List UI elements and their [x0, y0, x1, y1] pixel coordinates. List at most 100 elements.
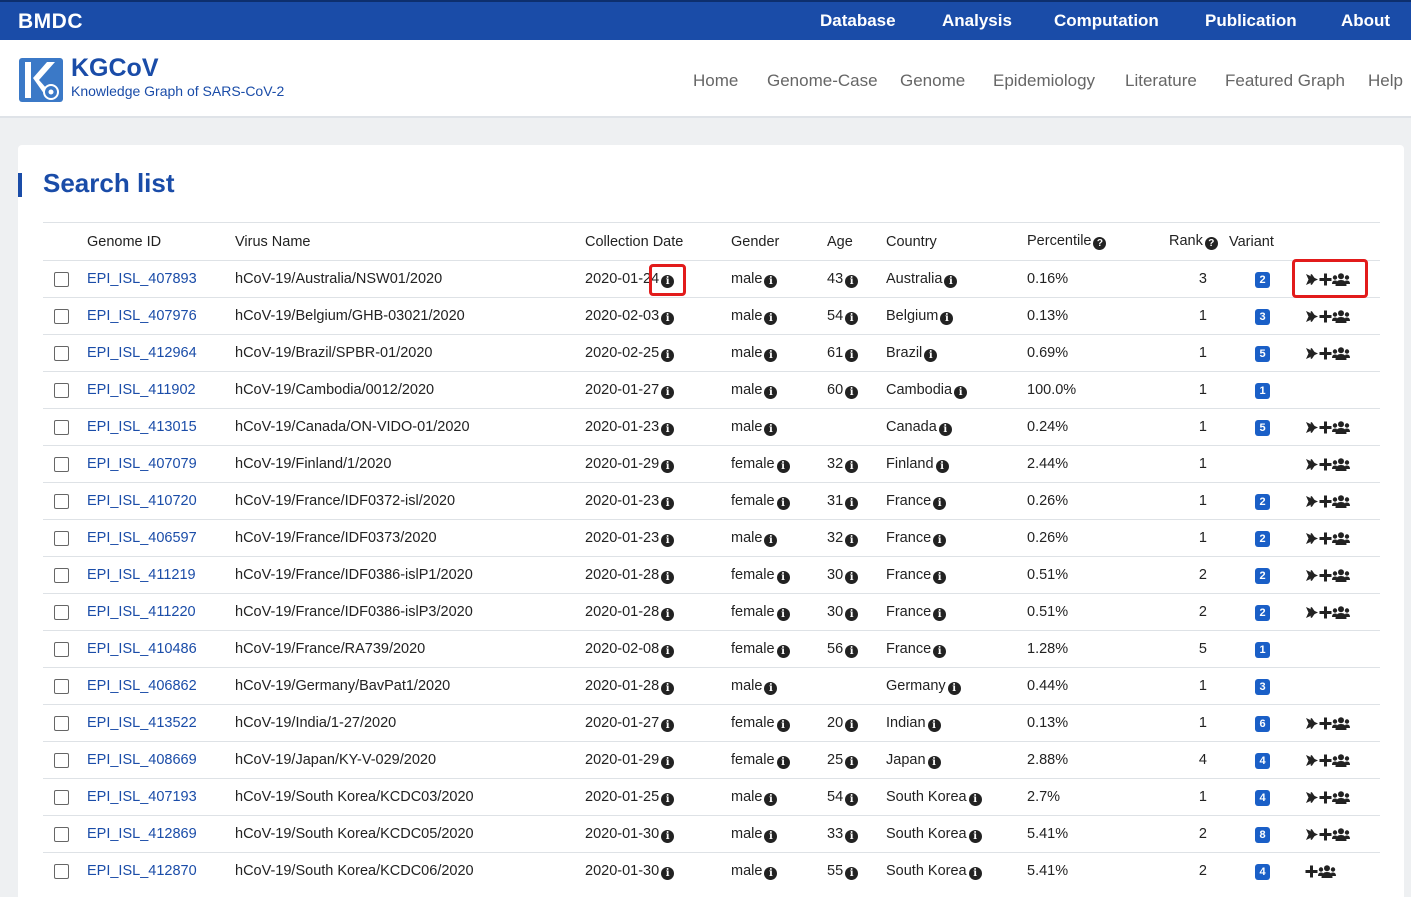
table-row[interactable]: EPI_ISL_412964 hCoV-19/Brazil/SPBR-01/202… — [43, 334, 1380, 372]
variant-badge[interactable]: 4 — [1255, 864, 1270, 881]
plus-icon[interactable] — [1319, 569, 1332, 582]
info-icon[interactable]: i — [661, 755, 675, 769]
plus-icon[interactable] — [1319, 458, 1332, 471]
genome-id-link[interactable]: EPI_ISL_406862 — [87, 678, 197, 694]
table-row[interactable]: EPI_ISL_408669 hCoV-19/Japan/KY-V-029/202… — [43, 741, 1380, 779]
info-icon[interactable]: i — [661, 681, 675, 695]
info-icon[interactable]: i — [764, 274, 778, 288]
table-row[interactable]: EPI_ISL_412870 hCoV-19/South Korea/KCDC06… — [43, 852, 1380, 890]
nav-home[interactable]: Home — [693, 71, 738, 91]
table-row[interactable]: EPI_ISL_407893 hCoV-19/Australia/NSW01/20… — [43, 260, 1380, 298]
table-row[interactable]: EPI_ISL_411220 hCoV-19/France/IDF0386-isl… — [43, 593, 1380, 631]
info-icon[interactable]: i — [845, 496, 859, 510]
info-icon[interactable]: i — [933, 644, 947, 658]
group-icon[interactable] — [1318, 865, 1336, 879]
info-icon[interactable]: i — [661, 459, 675, 473]
info-icon[interactable]: i — [968, 866, 982, 880]
info-icon[interactable]: i — [764, 792, 778, 806]
plane-icon[interactable] — [1305, 791, 1319, 804]
plus-icon[interactable] — [1319, 347, 1332, 360]
plus-icon[interactable] — [1319, 828, 1332, 841]
plus-icon[interactable] — [1319, 310, 1332, 323]
info-icon[interactable]: i — [776, 570, 790, 584]
genome-id-link[interactable]: EPI_ISL_413522 — [87, 715, 197, 731]
table-row[interactable]: EPI_ISL_411902 hCoV-19/Cambodia/0012/2020… — [43, 371, 1380, 409]
info-icon[interactable]: i — [776, 755, 790, 769]
info-icon[interactable]: i — [845, 644, 859, 658]
table-row[interactable]: EPI_ISL_406597 hCoV-19/France/IDF0373/202… — [43, 519, 1380, 557]
genome-id-link[interactable]: EPI_ISL_406597 — [87, 530, 197, 546]
info-icon[interactable]: i — [764, 681, 778, 695]
info-icon[interactable]: i — [940, 311, 954, 325]
info-icon[interactable]: i — [927, 755, 941, 769]
header-variant[interactable]: Variant — [1229, 222, 1295, 261]
genome-id-link[interactable]: EPI_ISL_407079 — [87, 456, 197, 472]
plus-icon[interactable] — [1319, 532, 1332, 545]
info-icon[interactable]: i — [776, 644, 790, 658]
row-checkbox[interactable] — [54, 382, 69, 398]
info-icon[interactable]: i — [661, 422, 675, 436]
info-icon[interactable]: i — [968, 792, 982, 806]
genome-id-link[interactable]: EPI_ISL_410486 — [87, 641, 197, 657]
row-checkbox[interactable] — [54, 641, 69, 657]
plane-icon[interactable] — [1305, 754, 1319, 767]
genome-id-link[interactable]: EPI_ISL_407893 — [87, 271, 197, 287]
genome-id-link[interactable]: EPI_ISL_412964 — [87, 345, 197, 361]
row-checkbox[interactable] — [54, 345, 69, 361]
info-icon[interactable]: i — [933, 607, 947, 621]
info-icon[interactable]: i — [661, 792, 675, 806]
variant-badge[interactable]: 4 — [1255, 753, 1270, 769]
info-icon[interactable]: i — [764, 385, 778, 399]
brand-logo[interactable]: BMDC — [18, 10, 83, 34]
nav-help[interactable]: Help — [1368, 71, 1403, 91]
topnav-computation[interactable]: Computation — [1054, 11, 1159, 31]
plane-icon[interactable] — [1305, 606, 1319, 619]
info-icon[interactable]: i — [845, 385, 859, 399]
row-checkbox[interactable] — [54, 604, 69, 620]
header-collection-date[interactable]: Collection Date — [585, 222, 731, 261]
row-checkbox[interactable] — [54, 271, 69, 287]
table-row[interactable]: EPI_ISL_407976 hCoV-19/Belgium/GHB-03021/… — [43, 297, 1380, 335]
plane-icon[interactable] — [1305, 532, 1319, 545]
question-icon[interactable]: ? — [1093, 237, 1107, 250]
variant-badge[interactable]: 8 — [1255, 827, 1270, 843]
variant-badge[interactable]: 6 — [1255, 716, 1270, 732]
nav-genome-case[interactable]: Genome-Case — [767, 71, 878, 91]
group-icon[interactable] — [1332, 458, 1350, 471]
group-icon[interactable] — [1332, 495, 1350, 508]
row-checkbox[interactable] — [54, 308, 69, 324]
row-checkbox[interactable] — [54, 493, 69, 509]
group-icon[interactable] — [1332, 347, 1350, 360]
plus-icon[interactable] — [1319, 495, 1332, 508]
group-icon[interactable] — [1332, 717, 1350, 730]
header-country[interactable]: Country — [886, 222, 1027, 261]
table-row[interactable]: EPI_ISL_411219 hCoV-19/France/IDF0386-isl… — [43, 556, 1380, 594]
table-row[interactable]: EPI_ISL_413522 hCoV-19/India/1-27/2020 202… — [43, 704, 1380, 742]
info-icon[interactable]: i — [764, 866, 778, 880]
info-icon[interactable]: i — [845, 311, 859, 325]
header-age[interactable]: Age — [827, 222, 886, 261]
topnav-publication[interactable]: Publication — [1205, 11, 1297, 31]
variant-badge[interactable]: 3 — [1255, 679, 1270, 695]
row-checkbox[interactable] — [54, 456, 69, 472]
plus-icon[interactable] — [1319, 421, 1332, 434]
table-row[interactable]: EPI_ISL_410720 hCoV-19/France/IDF0372-isl… — [43, 482, 1380, 520]
info-icon[interactable]: i — [845, 570, 859, 584]
plus-icon[interactable] — [1319, 717, 1332, 730]
info-icon[interactable]: i — [845, 755, 859, 769]
info-icon[interactable]: i — [776, 459, 790, 473]
plus-icon[interactable] — [1305, 865, 1318, 878]
info-icon[interactable]: i — [933, 496, 947, 510]
info-icon[interactable]: i — [845, 459, 859, 473]
info-icon[interactable]: i — [764, 422, 778, 436]
info-icon[interactable]: i — [938, 422, 952, 436]
info-icon[interactable]: i — [845, 607, 859, 621]
plane-icon[interactable] — [1305, 569, 1319, 582]
row-checkbox[interactable] — [54, 863, 69, 879]
variant-badge[interactable]: 5 — [1255, 346, 1270, 362]
genome-id-link[interactable]: EPI_ISL_412869 — [87, 826, 197, 842]
variant-badge[interactable]: 2 — [1255, 568, 1270, 584]
row-checkbox[interactable] — [54, 826, 69, 842]
genome-id-link[interactable]: EPI_ISL_411902 — [87, 382, 196, 398]
kgcov-logo-icon[interactable] — [17, 56, 65, 104]
